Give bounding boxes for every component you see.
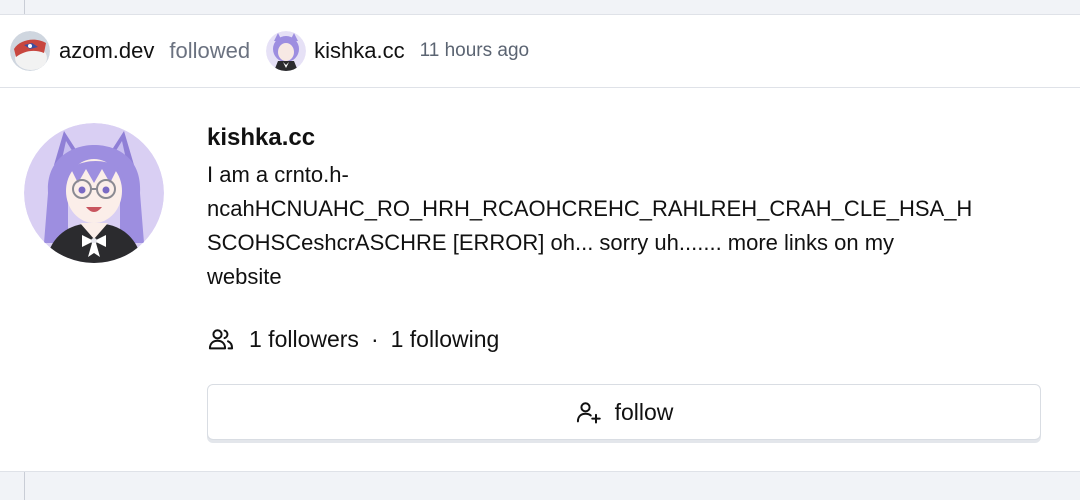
actor-handle[interactable]: azom.dev — [59, 38, 154, 64]
notification-verb: followed — [169, 38, 251, 63]
stats-separator: · — [370, 325, 379, 352]
previous-item-strip — [0, 0, 1080, 15]
profile-avatar[interactable] — [24, 123, 164, 263]
followers-count[interactable]: 1 followers — [249, 326, 359, 353]
users-icon — [207, 325, 235, 353]
target-avatar[interactable] — [266, 31, 307, 71]
next-item-strip — [0, 472, 1080, 500]
actor-avatar[interactable] — [10, 31, 50, 71]
profile-bio: I am a crnto.h- ncahHCNUAHC_RO_HRH_RCAOH… — [207, 158, 1037, 294]
notification-header: azom.dev followed kishka.cc 11 hours ago — [0, 15, 1080, 88]
following-count[interactable]: 1 following — [391, 326, 500, 353]
timestamp: 11 hours ago — [419, 40, 530, 61]
follow-button-label: follow — [614, 398, 674, 425]
thread-line — [24, 472, 25, 500]
target-handle[interactable]: kishka.cc — [314, 38, 404, 64]
bio-line: website — [207, 264, 282, 289]
follow-button[interactable]: follow — [207, 384, 1041, 440]
profile-avatar-image — [24, 123, 164, 263]
thread-line — [24, 0, 25, 14]
bio-line: ncahHCNUAHC_RO_HRH_RCAOHCREHC_RAHLREH_CR… — [207, 196, 973, 221]
profile-name[interactable]: kishka.cc — [207, 124, 315, 152]
bio-line: SCOHSCeshcrASCHRE [ERROR] oh... sorry uh… — [207, 230, 895, 255]
bio-line: I am a crnto.h- — [207, 162, 349, 187]
target-avatar-image — [266, 31, 307, 71]
user-plus-icon — [575, 398, 603, 426]
actor-avatar-image — [10, 31, 50, 71]
follow-stats: 1 followers · 1 following — [207, 322, 499, 356]
